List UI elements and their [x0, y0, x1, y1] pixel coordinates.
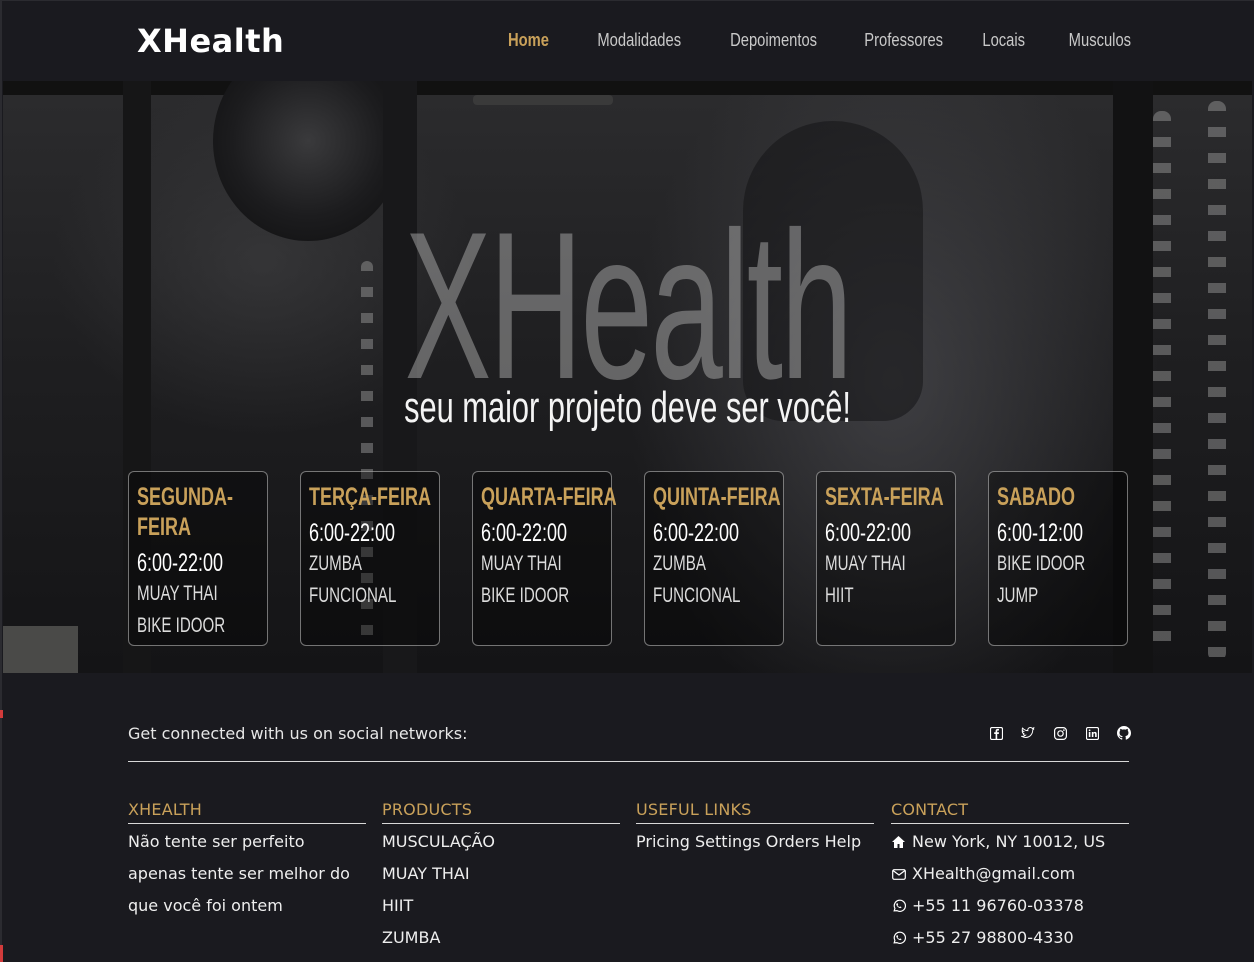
- card-class: MUAY THAI: [481, 552, 562, 575]
- card-day: SEGUNDA- FEIRA: [137, 483, 234, 541]
- contact-email[interactable]: XHealth@gmail.com: [891, 858, 1129, 890]
- hero-title: XHealth: [404, 188, 853, 423]
- card-day: QUARTA-FEIRA: [481, 483, 617, 511]
- card-hours: 6:00-22:00: [481, 519, 568, 547]
- card-class: BIKE IDOOR: [997, 552, 1086, 575]
- linkedin-icon[interactable]: [1085, 726, 1099, 740]
- footer-divider: [128, 761, 1129, 762]
- schedule-card-quarta: QUARTA-FEIRA 6:00-22:00 MUAY THAI BIKE I…: [472, 471, 617, 646]
- github-icon[interactable]: [1117, 726, 1131, 740]
- background-rack-holes: [1153, 111, 1171, 651]
- card-class: FUNCIONAL: [309, 584, 397, 607]
- contact-email-text[interactable]: XHealth@gmail.com: [912, 858, 1075, 890]
- hero-section: XHealth seu maior projeto deve ser você!…: [3, 81, 1252, 673]
- contact-address: New York, NY 10012, US: [891, 826, 1129, 858]
- card-day: QUINTA-FEIRA: [653, 483, 781, 511]
- product-link-zumba[interactable]: ZUMBA: [382, 922, 620, 954]
- footer-heading-useful-links: USEFUL LINKS: [636, 800, 874, 824]
- nav-link-musculos[interactable]: Musculos: [1069, 30, 1131, 51]
- nav-link-locais[interactable]: Locais: [982, 30, 1025, 51]
- card-class: MUAY THAI: [825, 552, 906, 575]
- card-class: JUMP: [997, 584, 1039, 607]
- envelope-icon: [891, 867, 906, 882]
- instagram-icon[interactable]: [1053, 726, 1067, 740]
- schedule-card-segunda: SEGUNDA- FEIRA 6:00-22:00 MUAY THAI BIKE…: [128, 471, 268, 646]
- contact-phone-2-text[interactable]: +55 27 98800-4330: [912, 922, 1074, 954]
- card-day: SABADO: [997, 483, 1076, 511]
- background-rack-holes: [1208, 101, 1226, 661]
- nav-links: Home Modalidades Depoimentos Professores…: [469, 30, 1131, 51]
- footer-col-useful-links: USEFUL LINKS Pricing Settings Orders Hel…: [636, 800, 874, 858]
- contact-address-text: New York, NY 10012, US: [912, 832, 1106, 851]
- footer-heading-xhealth: XHEALTH: [128, 800, 366, 824]
- whatsapp-icon: [891, 899, 906, 914]
- background-beam: [3, 81, 1252, 95]
- contact-phone-1-text[interactable]: +55 11 96760-03378: [912, 890, 1084, 922]
- card-hours: 6:00-22:00: [137, 549, 224, 577]
- card-class: BIKE IDOOR: [137, 614, 226, 637]
- contact-phone-2[interactable]: +55 27 98800-4330: [891, 922, 1129, 954]
- card-class: BIKE IDOOR: [481, 584, 570, 607]
- product-link-musculacao[interactable]: MUSCULAÇÃO: [382, 826, 620, 858]
- facebook-icon[interactable]: [989, 726, 1003, 740]
- card-class: HIIT: [825, 584, 854, 607]
- about-text-line: Não tente ser perfeito: [128, 832, 305, 851]
- social-icons: [989, 726, 1131, 740]
- nav-link-professores[interactable]: Professores: [864, 30, 943, 51]
- footer-col-contact: CONTACT New York, NY 10012, US XHealth@g…: [891, 800, 1129, 954]
- hero-subtitle: seu maior projeto deve ser você!: [404, 383, 851, 432]
- nav-link-home[interactable]: Home: [508, 30, 549, 51]
- schedule-card-sabado: SABADO 6:00-12:00 BIKE IDOOR JUMP: [988, 471, 1128, 646]
- nav-link-modalidades[interactable]: Modalidades: [597, 30, 681, 51]
- card-day: TERÇA-FEIRA: [309, 483, 431, 511]
- card-day: SEXTA-FEIRA: [825, 483, 944, 511]
- footer-col-products: PRODUCTS MUSCULAÇÃO MUAY THAI HIIT ZUMBA: [382, 800, 620, 954]
- card-hours: 6:00-22:00: [309, 519, 396, 547]
- about-text-line: que você foi ontem: [128, 896, 283, 915]
- footer-heading-contact: CONTACT: [891, 800, 1129, 824]
- schedule-card-terca: TERÇA-FEIRA 6:00-22:00 ZUMBA FUNCIONAL: [300, 471, 440, 646]
- card-hours: 6:00-22:00: [653, 519, 740, 547]
- twitter-icon[interactable]: [1021, 726, 1035, 740]
- useful-links-text[interactable]: Pricing Settings Orders Help: [636, 826, 874, 858]
- footer-heading-products: PRODUCTS: [382, 800, 620, 824]
- card-class: ZUMBA: [309, 552, 362, 575]
- schedule-card-quinta: QUINTA-FEIRA 6:00-22:00 ZUMBA FUNCIONAL: [644, 471, 784, 646]
- whatsapp-icon: [891, 931, 906, 946]
- schedule-card-sexta: SEXTA-FEIRA 6:00-22:00 MUAY THAI HIIT: [816, 471, 956, 646]
- background-bar: [473, 95, 613, 105]
- social-text: Get connected with us on social networks…: [128, 724, 468, 743]
- navbar: XHealth Home Modalidades Depoimentos Pro…: [3, 2, 1252, 81]
- product-link-muay-thai[interactable]: MUAY THAI: [382, 858, 620, 890]
- card-class: MUAY THAI: [137, 582, 218, 605]
- card-hours: 6:00-12:00: [997, 519, 1084, 547]
- card-class: FUNCIONAL: [653, 584, 741, 607]
- contact-phone-1[interactable]: +55 11 96760-03378: [891, 890, 1129, 922]
- card-hours: 6:00-22:00: [825, 519, 912, 547]
- product-link-hiit[interactable]: HIIT: [382, 890, 620, 922]
- footer-col-about: XHEALTH Não tente ser perfeito apenas te…: [128, 800, 366, 922]
- brand-logo[interactable]: XHealth: [137, 22, 284, 60]
- footer: Get connected with us on social networks…: [3, 673, 1252, 962]
- card-class: ZUMBA: [653, 552, 706, 575]
- background-bench: [3, 626, 78, 673]
- about-text-line: apenas tente ser melhor do: [128, 864, 350, 883]
- nav-link-depoimentos[interactable]: Depoimentos: [730, 30, 817, 51]
- home-icon: [891, 835, 906, 850]
